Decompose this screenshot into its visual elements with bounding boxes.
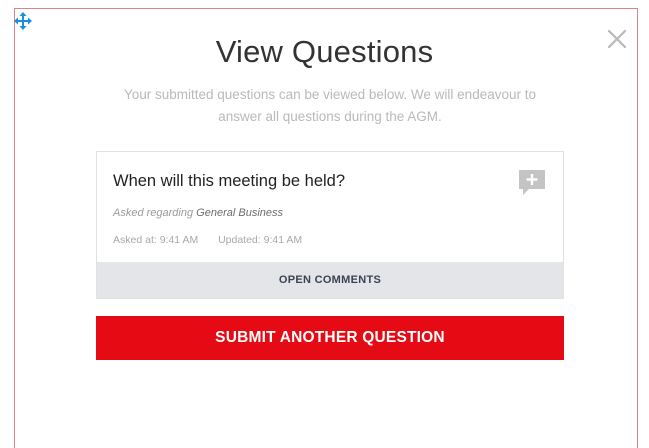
modal-subtitle: Your submitted questions can be viewed b…: [123, 87, 536, 124]
question-text: When will this meeting be held?: [113, 172, 346, 190]
open-comments-button[interactable]: OPEN COMMENTS: [97, 262, 563, 298]
question-topic: General Business: [196, 207, 283, 219]
modal-title: View Questions: [215, 34, 434, 69]
submit-another-question-button[interactable]: SUBMIT ANOTHER QUESTION: [96, 316, 564, 360]
question-card: When will this meeting be held? Asked re…: [96, 151, 564, 299]
question-topic-line: Asked regarding General Business: [113, 207, 283, 219]
asked-at-label: Asked at:: [113, 234, 157, 246]
add-comment-icon[interactable]: [517, 168, 547, 196]
updated-label: Updated:: [218, 234, 261, 246]
asked-regarding-label: Asked regarding: [113, 207, 194, 219]
move-icon[interactable]: [14, 12, 32, 30]
asked-at-time: 9:41 AM: [159, 234, 199, 246]
updated-at-time: 9:41 AM: [263, 234, 303, 246]
question-timestamps: Asked at: 9:41 AM Updated: 9:41 AM: [113, 234, 302, 246]
